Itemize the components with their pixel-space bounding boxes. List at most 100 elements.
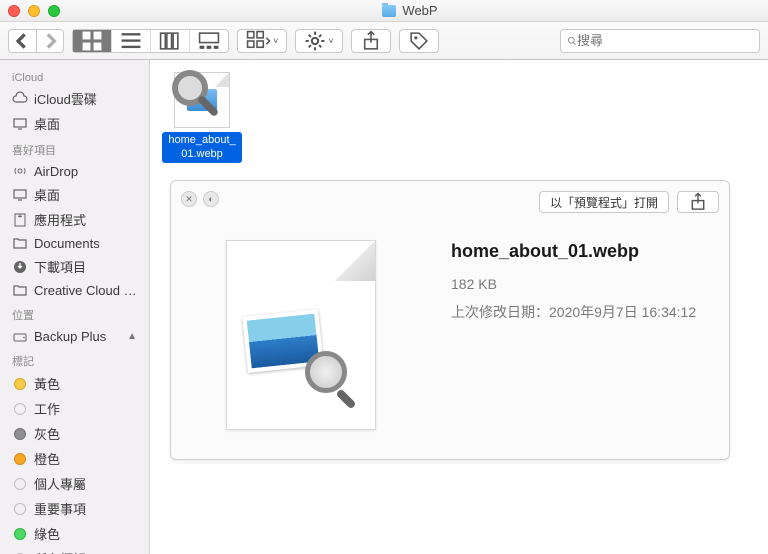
loupe-icon bbox=[169, 67, 223, 121]
forward-button[interactable] bbox=[36, 29, 64, 53]
window-title-text: WebP bbox=[402, 3, 437, 18]
content-area: iCloudiCloud雲碟桌面喜好項目AirDrop桌面應用程式Documen… bbox=[0, 60, 768, 554]
tag-dot-icon bbox=[12, 501, 28, 517]
list-view-button[interactable] bbox=[112, 30, 151, 52]
sidebar-item-label: 黃色 bbox=[34, 374, 137, 393]
tag-dot-icon bbox=[12, 451, 28, 467]
sidebar-item[interactable]: Backup Plus▲ bbox=[0, 325, 149, 347]
sidebar-item[interactable]: Documents bbox=[0, 232, 149, 254]
chevron-down-icon: ˅ bbox=[273, 36, 278, 46]
sidebar-item[interactable]: 工作 bbox=[0, 396, 149, 421]
column-view-button[interactable] bbox=[151, 30, 190, 52]
document-icon bbox=[226, 240, 376, 430]
eject-icon[interactable]: ▲ bbox=[127, 331, 137, 342]
sidebar-item[interactable]: 綠色 bbox=[0, 521, 149, 546]
share-icon bbox=[360, 30, 382, 52]
list-icon bbox=[120, 30, 142, 52]
columns-icon bbox=[159, 30, 181, 52]
maximize-window-button[interactable] bbox=[48, 5, 60, 17]
sidebar-item[interactable]: 橙色 bbox=[0, 446, 149, 471]
back-button[interactable] bbox=[8, 29, 36, 53]
sidebar-item-label: 桌面 bbox=[34, 185, 137, 204]
sidebar-heading: 標記 bbox=[0, 347, 149, 371]
chevron-down-icon: ˅ bbox=[328, 36, 333, 46]
search-input[interactable] bbox=[577, 33, 753, 48]
sidebar-item-label: 重要事項 bbox=[34, 499, 137, 518]
minimize-window-button[interactable] bbox=[28, 5, 40, 17]
quicklook-filesize: 182 KB bbox=[451, 276, 709, 292]
tag-dot-icon bbox=[12, 401, 28, 417]
quicklook-share-button[interactable] bbox=[677, 191, 719, 213]
file-item[interactable]: home_about_01.webp bbox=[162, 72, 242, 163]
tag-dot-icon bbox=[12, 551, 28, 554]
tags-button[interactable] bbox=[399, 29, 439, 53]
share-button[interactable] bbox=[351, 29, 391, 53]
disk-icon bbox=[12, 328, 28, 344]
sidebar-item-label: 綠色 bbox=[34, 524, 137, 543]
icon-view-button[interactable] bbox=[73, 30, 112, 52]
quicklook-actions: 以「預覽程式」打開 bbox=[539, 191, 719, 213]
sidebar-item[interactable]: 桌面 bbox=[0, 111, 149, 136]
sidebar-heading: 喜好項目 bbox=[0, 136, 149, 160]
desktop-icon bbox=[12, 187, 28, 203]
sidebar-item-label: iCloud雲碟 bbox=[34, 89, 137, 108]
gallery-view-button[interactable] bbox=[190, 30, 228, 52]
arrange-icon bbox=[246, 30, 271, 52]
sidebar-item-label: 個人專屬 bbox=[34, 474, 137, 493]
sidebar-item[interactable]: 所有標記... bbox=[0, 546, 149, 554]
sidebar-item[interactable]: 應用程式 bbox=[0, 207, 149, 232]
chevron-left-icon bbox=[9, 30, 36, 52]
grid-icon bbox=[81, 30, 103, 52]
quicklook-header: ✕ ◐ bbox=[181, 191, 219, 207]
close-window-button[interactable] bbox=[8, 5, 20, 17]
tag-dot-icon bbox=[12, 476, 28, 492]
download-icon bbox=[12, 259, 28, 275]
sidebar-item-label: 橙色 bbox=[34, 449, 137, 468]
quicklook-modified: 上次修改日期：2020年9月7日 16:34:12 bbox=[451, 302, 709, 322]
view-mode-group bbox=[72, 29, 229, 53]
gallery-icon bbox=[198, 30, 220, 52]
share-icon bbox=[688, 192, 708, 212]
search-field[interactable] bbox=[560, 29, 760, 53]
open-with-button[interactable]: 以「預覽程式」打開 bbox=[539, 191, 669, 213]
cloud-icon bbox=[12, 91, 28, 107]
sidebar-item[interactable]: 灰色 bbox=[0, 421, 149, 446]
sidebar-item[interactable]: 桌面 bbox=[0, 182, 149, 207]
folder-icon bbox=[382, 5, 396, 17]
quicklook-preview bbox=[171, 181, 431, 459]
quicklook-info: home_about_01.webp 182 KB 上次修改日期：2020年9月… bbox=[431, 181, 729, 459]
desktop-icon bbox=[12, 116, 28, 132]
window-title: WebP bbox=[60, 3, 760, 18]
airdrop-icon bbox=[12, 163, 28, 179]
quicklook-zoom-button[interactable]: ◐ bbox=[203, 191, 219, 207]
file-name-label: home_about_01.webp bbox=[162, 132, 242, 163]
file-area[interactable]: home_about_01.webp ✕ ◐ 以「預覽程式」打開 bbox=[150, 60, 768, 554]
toolbar: ˅ ˅ bbox=[0, 22, 768, 60]
nav-buttons bbox=[8, 29, 64, 53]
titlebar: WebP bbox=[0, 0, 768, 22]
file-thumbnail bbox=[174, 72, 230, 128]
sidebar-item[interactable]: 下載項目 bbox=[0, 254, 149, 279]
arrange-button[interactable]: ˅ bbox=[237, 29, 287, 53]
quicklook-filename: home_about_01.webp bbox=[451, 241, 709, 262]
quicklook-panel: ✕ ◐ 以「預覽程式」打開 home_about_01. bbox=[170, 180, 730, 460]
sidebar-item[interactable]: 黃色 bbox=[0, 371, 149, 396]
quicklook-close-button[interactable]: ✕ bbox=[181, 191, 197, 207]
sidebar-item-label: Documents bbox=[34, 236, 137, 251]
sidebar-item-label: 下載項目 bbox=[34, 257, 137, 276]
tag-dot-icon bbox=[12, 426, 28, 442]
loupe-icon bbox=[305, 351, 347, 393]
action-button[interactable]: ˅ bbox=[295, 29, 342, 53]
sidebar-item-label: 桌面 bbox=[34, 114, 137, 133]
search-icon bbox=[567, 30, 577, 52]
sidebar-item-label: 工作 bbox=[34, 399, 137, 418]
chevron-right-icon bbox=[37, 30, 63, 52]
sidebar-item[interactable]: Creative Cloud Fil... bbox=[0, 279, 149, 301]
tag-dot-icon bbox=[12, 526, 28, 542]
sidebar-item[interactable]: AirDrop bbox=[0, 160, 149, 182]
sidebar-item[interactable]: iCloud雲碟 bbox=[0, 86, 149, 111]
sidebar-item[interactable]: 重要事項 bbox=[0, 496, 149, 521]
sidebar-item[interactable]: 個人專屬 bbox=[0, 471, 149, 496]
sidebar-item-label: 灰色 bbox=[34, 424, 137, 443]
tag-icon bbox=[408, 30, 430, 52]
